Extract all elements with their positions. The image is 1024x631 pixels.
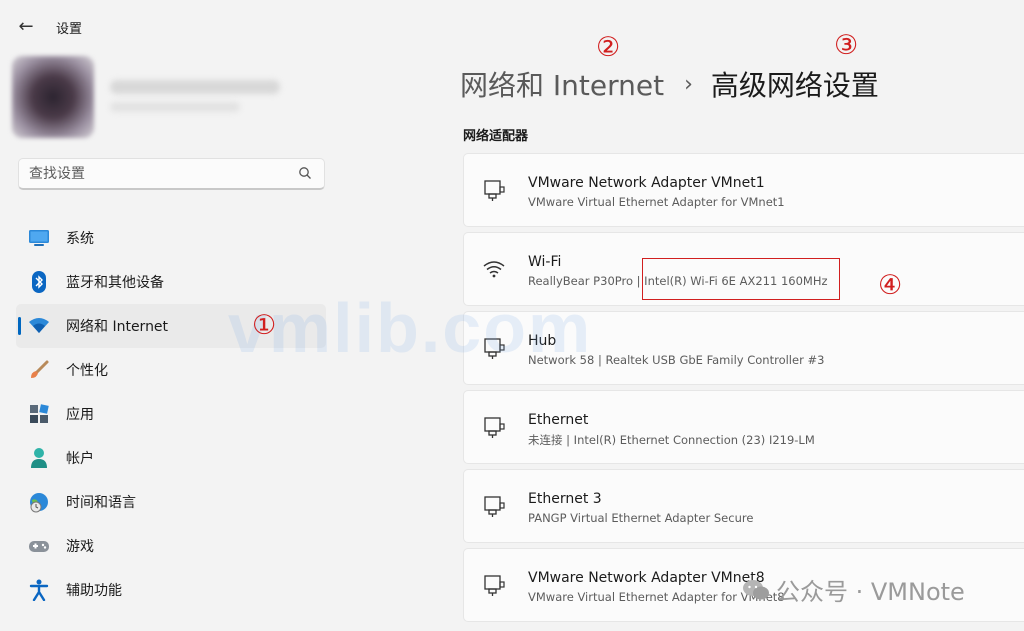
adapter-card[interactable]: Ethernet 3 PANGP Virtual Ethernet Adapte…: [463, 469, 1024, 543]
sidebar-item-label: 辅助功能: [66, 583, 122, 599]
adapter-name: VMware Network Adapter VMnet1: [528, 175, 765, 191]
gamepad-icon: [28, 535, 50, 557]
annotation-marker-2: ②: [596, 32, 621, 63]
adapter-description: PANGP Virtual Ethernet Adapter Secure: [528, 511, 754, 525]
profile-name-blurred: [110, 80, 280, 94]
chat-bubble-icon: [743, 579, 769, 599]
back-arrow-icon[interactable]: ←: [14, 16, 38, 38]
bluetooth-icon: [28, 271, 50, 293]
adapter-name: Ethernet 3: [528, 491, 602, 507]
active-indicator: [18, 317, 21, 335]
sidebar-item-label: 个性化: [66, 363, 108, 379]
globe-clock-icon: [28, 491, 50, 513]
watermark: vmlib.com: [228, 289, 593, 367]
sidebar-item-gaming[interactable]: 游戏: [16, 524, 326, 568]
breadcrumb-separator: ›: [684, 71, 693, 97]
profile-email-blurred: [110, 102, 240, 112]
annotation-marker-4: ④: [878, 270, 903, 301]
breadcrumb: 网络和 Internet › 高级网络设置: [460, 62, 879, 106]
adapter-name: VMware Network Adapter VMnet8: [528, 570, 765, 586]
sidebar-item-apps[interactable]: 应用: [16, 392, 326, 436]
adapter-card[interactable]: VMware Network Adapter VMnet1 VMware Vir…: [463, 153, 1024, 227]
app-title: 设置: [56, 22, 83, 37]
page-title: 高级网络设置: [710, 69, 879, 102]
adapter-name: Ethernet: [528, 412, 589, 428]
ethernet-icon: [484, 575, 505, 596]
annotation-marker-3: ③: [834, 30, 859, 61]
person-icon: [28, 447, 50, 469]
user-profile[interactable]: [12, 54, 302, 140]
annotation-highlight-box: [642, 258, 840, 300]
sidebar-item-label: 时间和语言: [66, 495, 136, 511]
adapter-description: 未连接 | Intel(R) Ethernet Connection (23) …: [528, 433, 815, 447]
breadcrumb-parent[interactable]: 网络和 Internet: [460, 64, 664, 104]
title-bar: ← 设置: [0, 0, 420, 52]
sidebar-item-label: 网络和 Internet: [66, 319, 169, 335]
search-input[interactable]: [29, 159, 289, 189]
sidebar-item-accessibility[interactable]: 辅助功能: [16, 568, 326, 612]
sidebar-item-time-language[interactable]: 时间和语言: [16, 480, 326, 524]
wifi-icon: [28, 315, 50, 337]
adapter-list: VMware Network Adapter VMnet1 VMware Vir…: [463, 153, 1024, 627]
sidebar-item-label: 游戏: [66, 539, 94, 555]
search-icon[interactable]: [298, 166, 312, 180]
wifi-icon: [483, 261, 505, 278]
sidebar-nav: 系统 蓝牙和其他设备 网络和 Internet 个性化 应用 帐户 时间和语言 …: [16, 216, 326, 612]
sidebar-item-label: 系统: [66, 231, 94, 247]
apps-icon: [28, 403, 50, 425]
ethernet-icon: [484, 180, 505, 201]
credit: 公众号 · VMNote: [742, 572, 965, 607]
annotation-marker-1: ①: [252, 310, 277, 341]
credit-text: 公众号 · VMNote: [776, 578, 965, 606]
accessibility-icon: [28, 579, 50, 601]
ethernet-icon: [484, 496, 505, 517]
ethernet-icon: [484, 417, 505, 438]
sidebar-item-label: 帐户: [66, 451, 94, 467]
sidebar-item-system[interactable]: 系统: [16, 216, 326, 260]
sidebar-item-label: 蓝牙和其他设备: [66, 275, 164, 291]
sidebar-item-label: 应用: [66, 407, 94, 423]
brush-icon: [28, 359, 50, 381]
adapter-description: VMware Virtual Ethernet Adapter for VMne…: [528, 195, 785, 209]
monitor-icon: [28, 227, 50, 249]
search-box: [18, 158, 325, 190]
sidebar-item-accounts[interactable]: 帐户: [16, 436, 326, 480]
section-title: 网络适配器: [463, 129, 529, 144]
avatar: [12, 56, 94, 138]
adapter-card[interactable]: Ethernet 未连接 | Intel(R) Ethernet Connect…: [463, 390, 1024, 464]
adapter-name: Wi-Fi: [528, 254, 562, 270]
